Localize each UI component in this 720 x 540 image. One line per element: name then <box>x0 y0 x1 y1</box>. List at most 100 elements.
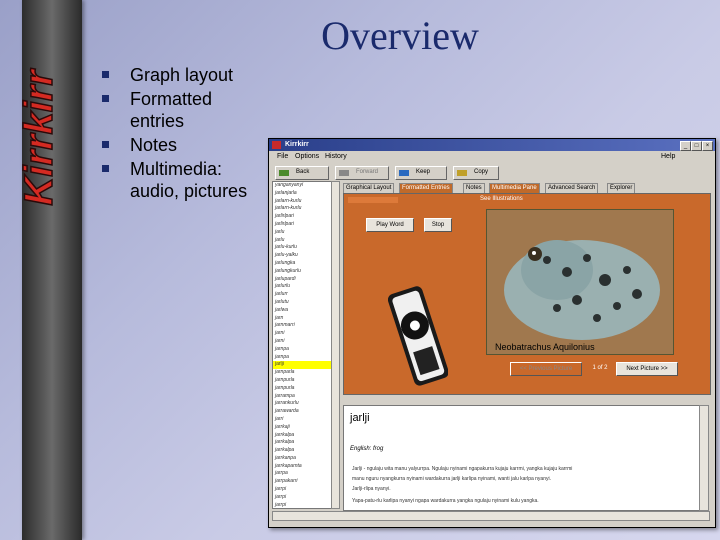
menu-options[interactable]: Options <box>295 153 319 160</box>
audio-header <box>348 197 398 203</box>
word-list-item[interactable]: jarlu <box>273 229 331 237</box>
copy-icon <box>457 170 467 176</box>
word-list-item[interactable]: jarrkalpa <box>273 439 331 447</box>
word-list-item[interactable]: jarlu <box>273 237 331 245</box>
bullet-text: Notes <box>130 135 178 155</box>
menu-help[interactable]: Help <box>661 153 675 160</box>
word-list-item[interactable]: jarrawarda <box>273 408 331 416</box>
bullet-marker-icon <box>102 141 109 148</box>
previous-picture-button[interactable]: << Previous Picture <box>510 362 582 376</box>
word-list-item[interactable]: jarlarn-kurlu <box>273 205 331 213</box>
word-list-item[interactable]: jarrpi <box>273 502 331 508</box>
tab-explorer[interactable]: Explorer <box>607 183 636 193</box>
word-list-item[interactable]: jarrkalpa <box>273 447 331 455</box>
minimize-button[interactable]: _ <box>680 141 691 151</box>
menu-file[interactable]: File <box>277 153 288 160</box>
word-list-item[interactable]: jarrampa <box>273 393 331 401</box>
tab-graphical-layout[interactable]: Graphical Layout <box>343 183 395 193</box>
menu-history[interactable]: History <box>325 153 347 160</box>
multimedia-panel: See Illustrations Play Word Stop Neobatr… <box>343 193 711 395</box>
word-list-item[interactable]: jarrankurlu <box>273 400 331 408</box>
word-list-item[interactable]: jarlanjarla <box>273 190 331 198</box>
word-list-item[interactable]: jarni <box>273 338 331 346</box>
play-word-button[interactable]: Play Word <box>366 218 414 232</box>
bullet-list: Graph layout Formatted entries Notes Mul… <box>100 64 260 204</box>
entry-line: Jarlji - ngulaju wita manu yalyurrpa. Ng… <box>352 466 573 472</box>
word-list-item[interactable]: jarrpakarri <box>273 478 331 486</box>
word-list-item-selected[interactable]: jarlji <box>273 361 331 370</box>
word-list-item[interactable]: jarni <box>273 330 331 338</box>
keep-label: Keep <box>416 169 431 175</box>
word-list-item[interactable]: jarlurlu <box>273 283 331 291</box>
entry-english: English: frog <box>350 446 384 452</box>
entry-scrollbar[interactable] <box>699 405 709 511</box>
word-list-item[interactable]: jarnpa <box>273 354 331 362</box>
close-button[interactable]: × <box>702 141 713 151</box>
word-list-item[interactable]: jarnpurla <box>273 385 331 393</box>
slide-title: Overview <box>321 13 479 58</box>
word-list-item[interactable]: jarlu-kurlu <box>273 244 331 252</box>
word-list-item[interactable]: jarn <box>273 315 331 323</box>
bullet-item: Multimedia: audio, pictures <box>100 158 260 202</box>
horizontal-scrollbar[interactable] <box>272 511 710 521</box>
word-list-item[interactable]: jarlurr <box>273 291 331 299</box>
bullet-text: Multimedia: audio, pictures <box>130 159 248 201</box>
word-list-item[interactable]: jarlutu <box>273 299 331 307</box>
word-list[interactable]: yanganyanyi jarlanjarla jarlarn-kurlu jarla… <box>272 181 332 509</box>
entry-line: Jarlji-rlipa nyanyi. <box>352 486 391 492</box>
word-list-item[interactable]: jarlupardi <box>273 276 331 284</box>
word-list-scrollbar[interactable] <box>331 181 340 509</box>
back-button[interactable]: Back <box>275 166 329 180</box>
word-list-item[interactable]: jarnparla <box>273 369 331 377</box>
word-list-item[interactable]: jarlwa <box>273 307 331 315</box>
next-picture-button[interactable]: Next Picture >> <box>616 362 678 376</box>
entry-headword: jarlji <box>350 412 370 424</box>
word-list-item[interactable]: jarlungka <box>273 260 331 268</box>
word-list-item[interactable]: jarrkalpa <box>273 432 331 440</box>
toolbar: Back Forward Keep Copy <box>269 164 715 180</box>
app-window: Kirrkirr _ □ × File Options History Help… <box>268 138 716 528</box>
stop-button[interactable]: Stop <box>424 218 452 232</box>
word-list-item[interactable]: jarlarn-kurlu <box>273 198 331 206</box>
word-list-item[interactable]: jarlirlpari <box>273 221 331 229</box>
bullet-item: Notes <box>100 134 260 156</box>
see-illustrations-label: See Illustrations <box>480 196 523 202</box>
tab-notes[interactable]: Notes <box>463 183 485 193</box>
bullet-text: Formatted entries <box>130 89 213 131</box>
svg-text:Kirrkirr: Kirrkirr <box>22 68 61 206</box>
word-list-item[interactable]: jarrkanpa <box>273 455 331 463</box>
copy-button[interactable]: Copy <box>453 166 499 180</box>
back-arrow-icon <box>279 170 289 176</box>
window-titlebar[interactable]: Kirrkirr _ □ × <box>269 139 715 151</box>
word-list-item[interactable]: jarrpi <box>273 486 331 494</box>
tab-formatted-entries[interactable]: Formatted Entries <box>399 183 453 193</box>
keep-icon <box>399 170 409 176</box>
forward-label: Forward <box>356 169 379 175</box>
tab-advanced-search[interactable]: Advanced Search <box>545 183 599 193</box>
word-list-item[interactable]: jarnpa <box>273 346 331 354</box>
maximize-button[interactable]: □ <box>691 141 702 151</box>
word-list-item[interactable]: jarnpurla <box>273 377 331 385</box>
word-list-item[interactable]: jarrpa <box>273 470 331 478</box>
word-list-item[interactable]: jarnmarri <box>273 322 331 330</box>
bullet-item: Graph layout <box>100 64 260 86</box>
image-caption: Neobatrachus Aquilonius <box>495 342 595 352</box>
word-list-item[interactable]: jarri <box>273 416 331 424</box>
word-list-item[interactable]: jarrkaparnta <box>273 463 331 471</box>
frog-image-icon <box>487 210 673 354</box>
word-list-item[interactable]: jarrpi <box>273 494 331 502</box>
keep-button[interactable]: Keep <box>395 166 447 180</box>
word-list-item[interactable]: jarlu-yalku <box>273 252 331 260</box>
speaker-icon <box>388 286 448 386</box>
forward-button[interactable]: Forward <box>335 166 389 180</box>
bullet-marker-icon <box>102 165 109 172</box>
tab-multimedia-pane[interactable]: Multimedia Pane <box>489 183 540 193</box>
picture-navigation: << Previous Picture 1 of 2 Next Picture … <box>510 362 706 376</box>
word-list-item[interactable]: jarlungkurlu <box>273 268 331 276</box>
kirrkirr-logo: Kirrkirr <box>22 0 82 540</box>
entry-line: manu nguru nyangkurra nyinami wardakurra… <box>352 476 551 482</box>
app-icon <box>272 141 281 149</box>
word-list-item[interactable]: jarlirlpari <box>273 213 331 221</box>
word-list-item[interactable]: jarrkaji <box>273 424 331 432</box>
word-list-item[interactable]: yanganyanyi <box>273 182 331 190</box>
